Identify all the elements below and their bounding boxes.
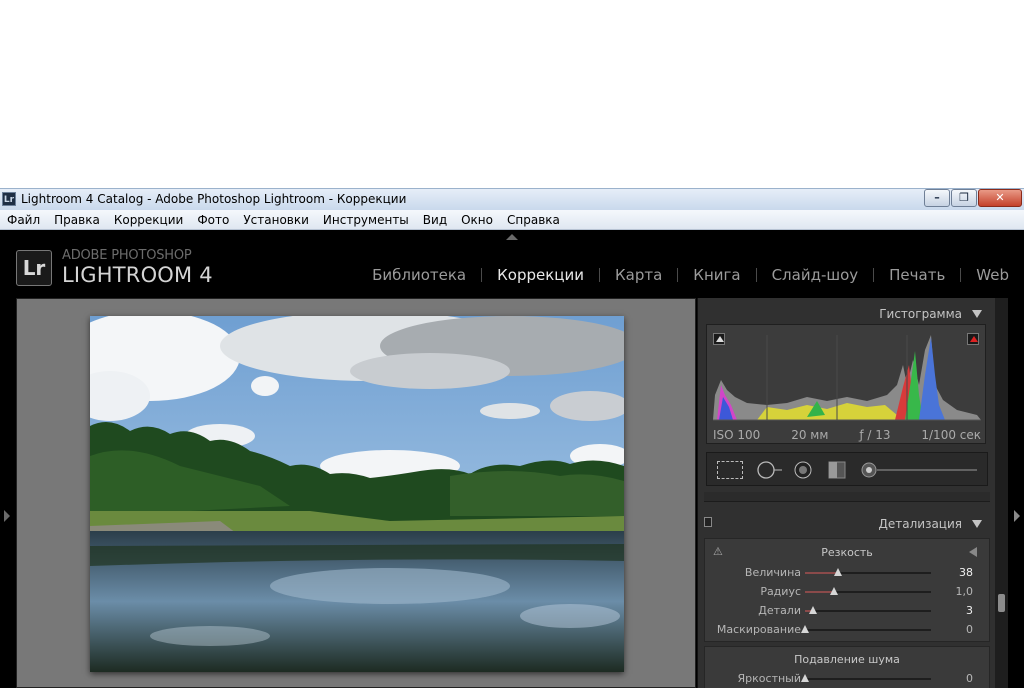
graduated-filter-icon	[828, 461, 846, 479]
collapse-detail-icon[interactable]	[972, 520, 982, 528]
minimize-button[interactable]: –	[924, 189, 950, 207]
module-map[interactable]: Карта	[599, 268, 677, 283]
slider-label: Детали	[758, 604, 801, 617]
photo-image	[90, 316, 624, 672]
panel-toggle-switch[interactable]	[704, 517, 712, 527]
adjustment-brush-tool[interactable]	[859, 460, 983, 480]
noise-reduction-section: Подавление шума Яркостный 0	[704, 646, 990, 688]
slider-thumb[interactable]	[801, 674, 809, 682]
menu-photo[interactable]: Фото	[197, 213, 229, 227]
landscape-photo[interactable]	[90, 316, 624, 672]
module-develop[interactable]: Коррекции	[481, 268, 599, 283]
exif-focal-length: 20 мм	[791, 428, 829, 442]
exif-info: ISO 100 20 мм ƒ / 13 1/100 сек	[707, 428, 987, 442]
slider-value[interactable]: 38	[959, 566, 973, 579]
slider-row[interactable]: Яркостный 0	[705, 670, 991, 688]
menu-tools[interactable]: Инструменты	[323, 213, 409, 227]
detail-header[interactable]: Детализация	[698, 512, 992, 534]
slider-label: Яркостный	[737, 672, 801, 685]
screen: Lr Lightroom 4 Catalog - Adobe Photoshop…	[0, 0, 1024, 688]
spot-removal-icon	[757, 461, 782, 479]
sharpening-title: Резкость	[821, 546, 873, 559]
histogram-title: Гистограмма	[879, 307, 962, 321]
exif-aperture: ƒ / 13	[859, 428, 891, 442]
slider-thumb[interactable]	[829, 587, 838, 595]
slider-label: Величина	[744, 566, 801, 579]
spot-removal-tool-icon[interactable]	[755, 460, 783, 480]
lightroom-app: Lr ADOBE PHOTOSHOP LIGHTROOM 4 Библиотек…	[0, 230, 1024, 688]
module-book[interactable]: Книга	[677, 268, 755, 283]
slider-thumb[interactable]	[808, 606, 817, 614]
slider-value[interactable]: 1,0	[956, 585, 974, 598]
right-panel: Гистограмма ISO 100 20 мм ƒ / 13 1/100 с…	[697, 298, 995, 688]
noise-reduction-title: Подавление шума	[794, 653, 900, 666]
lightroom-app-icon[interactable]: Lr	[2, 192, 16, 206]
lightroom-logo: Lr	[16, 250, 52, 286]
slider-label: Маскирование	[716, 623, 801, 636]
brand-subtitle: ADOBE PHOTOSHOP	[62, 248, 192, 263]
menu-view[interactable]: Вид	[423, 213, 447, 227]
menu-help[interactable]: Справка	[507, 213, 560, 227]
histogram-graph	[713, 335, 981, 421]
collapsed-panel-divider	[704, 492, 990, 502]
menu-window[interactable]: Окно	[461, 213, 493, 227]
menu-edit[interactable]: Правка	[54, 213, 100, 227]
slider-track[interactable]	[801, 674, 931, 682]
slider-value[interactable]: 0	[966, 672, 973, 685]
menu-bar: Файл Правка Коррекции Фото Установки Инс…	[0, 210, 1024, 230]
sharpening-section: ⚠ Резкость Величина 38 Радиус 1,0 Детали…	[704, 538, 990, 642]
adjustment-brush-icon	[861, 462, 977, 478]
module-print[interactable]: Печать	[873, 268, 960, 283]
red-eye-icon	[794, 461, 812, 479]
menu-file[interactable]: Файл	[7, 213, 40, 227]
slider-row[interactable]: Радиус 1,0	[705, 583, 991, 601]
module-web[interactable]: Web	[960, 268, 1024, 283]
graduated-filter-tool-icon[interactable]	[825, 460, 849, 480]
slider-value[interactable]: 0	[966, 623, 973, 636]
slider-track[interactable]	[801, 625, 931, 633]
photo-canvas[interactable]	[16, 298, 696, 688]
slider-track[interactable]	[805, 606, 931, 614]
exif-iso: ISO 100	[713, 428, 761, 442]
maximize-button[interactable]: ❐	[951, 189, 977, 207]
window-controls: – ❐ ✕	[923, 189, 1022, 207]
collapse-section-icon[interactable]	[969, 547, 977, 557]
scrollbar-thumb[interactable]	[998, 594, 1005, 612]
module-library[interactable]: Библиотека	[357, 268, 481, 283]
collapse-top-panel-icon[interactable]	[506, 234, 518, 240]
window-title: Lightroom 4 Catalog - Adobe Photoshop Li…	[21, 192, 407, 206]
brand-title: LIGHTROOM 4	[62, 263, 213, 287]
tool-strip	[706, 452, 988, 486]
expand-right-panel-icon[interactable]	[1014, 510, 1020, 522]
slider-track[interactable]	[805, 568, 931, 576]
close-button[interactable]: ✕	[978, 189, 1022, 207]
module-picker: Библиотека Коррекции Карта Книга Слайд-ш…	[357, 268, 1024, 283]
expand-left-panel-icon[interactable]	[4, 510, 10, 522]
right-panel-scrollbar[interactable]	[995, 298, 1008, 688]
exif-shutter: 1/100 сек	[921, 428, 981, 442]
crop-tool-icon[interactable]	[717, 461, 743, 479]
slider-row[interactable]: Детали 3	[705, 602, 991, 620]
menu-develop[interactable]: Коррекции	[114, 213, 184, 227]
histogram-header[interactable]: Гистограмма	[698, 302, 992, 324]
slider-row[interactable]: Величина 38	[705, 564, 991, 582]
red-eye-tool-icon[interactable]	[791, 460, 815, 480]
menu-settings[interactable]: Установки	[243, 213, 309, 227]
slider-thumb[interactable]	[801, 625, 809, 633]
detail-title: Детализация	[878, 517, 963, 531]
slider-value[interactable]: 3	[966, 604, 973, 617]
module-slideshow[interactable]: Слайд-шоу	[755, 268, 874, 283]
slider-label: Радиус	[760, 585, 801, 598]
slider-track[interactable]	[805, 587, 931, 595]
slider-row[interactable]: Маскирование 0	[705, 621, 991, 639]
histogram[interactable]: ISO 100 20 мм ƒ / 13 1/100 сек	[706, 324, 986, 444]
slider-thumb[interactable]	[833, 568, 842, 576]
collapse-histogram-icon[interactable]	[972, 310, 982, 318]
window-title-bar[interactable]: Lr Lightroom 4 Catalog - Adobe Photoshop…	[0, 188, 1024, 210]
